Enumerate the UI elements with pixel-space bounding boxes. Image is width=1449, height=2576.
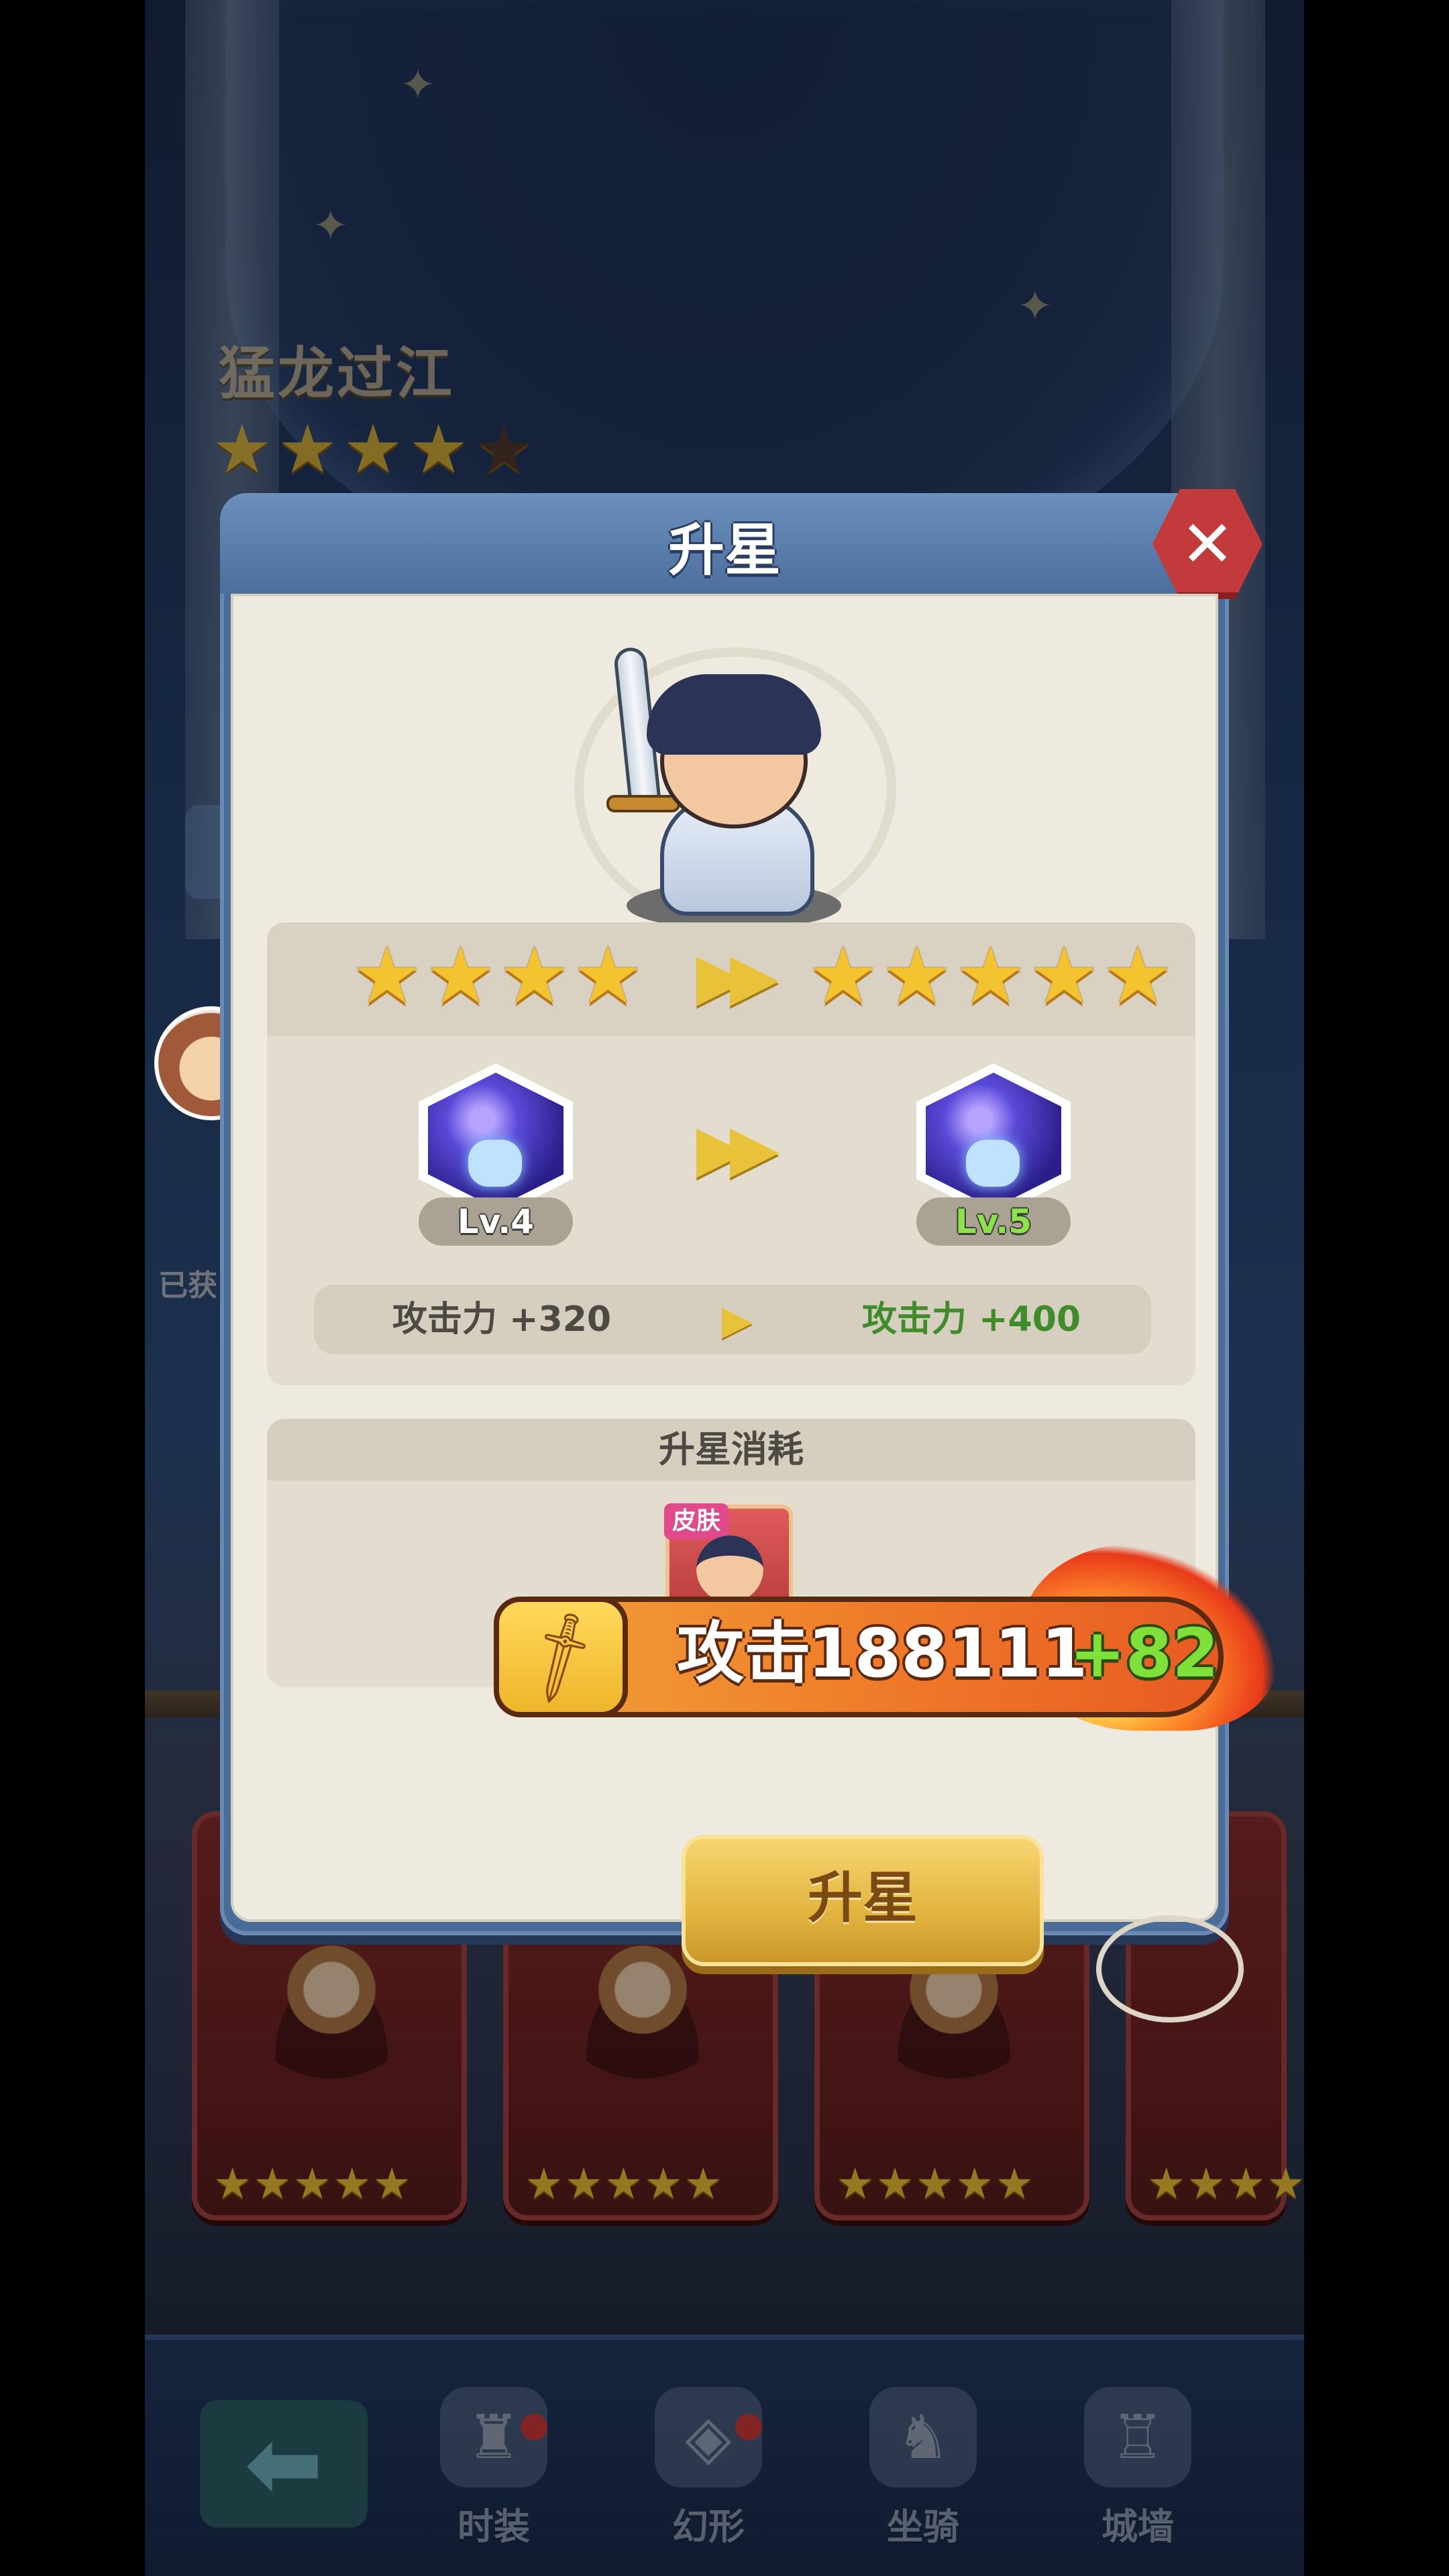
power-delta: +82	[1069, 1614, 1219, 1693]
dialog-header: 升星	[220, 493, 1229, 594]
dialog-title: 升星	[667, 517, 781, 583]
double-arrow-icon: ▶▶	[696, 1110, 780, 1185]
hero-hair	[647, 674, 821, 755]
next-skill-level: Lv.5	[916, 1197, 1071, 1246]
fist-skill-icon[interactable]	[916, 1063, 1071, 1218]
arrow-right-icon: ▶	[722, 1297, 753, 1344]
next-attack-value: 攻击力 +400	[861, 1299, 1081, 1340]
fist-icon	[966, 1140, 1020, 1187]
current-skill-level: Lv.4	[419, 1197, 573, 1246]
star-compare-panel: ★ ★ ★ ★ ▶▶ ★ ★ ★ ★ ★	[267, 922, 1195, 1036]
sword-icon: 🗡	[504, 1601, 617, 1712]
power-value: 188111	[808, 1614, 1088, 1693]
star-icon: ★	[1028, 929, 1100, 1022]
skill-art	[428, 1073, 564, 1208]
game-screen: ✦ ✦ ✦ 猛龙过江 ★ ★ ★ ★ ★ 已获 ★ ★ ★ ★ ★ ★ ★ ★ ★ ★ ★ ★ ★ ★ ★ ★ ★…	[145, 0, 1304, 2576]
skill-art	[926, 1073, 1061, 1208]
sword-guard	[606, 795, 680, 812]
cost-header: 升星消耗	[267, 1419, 1195, 1481]
star-icon: ★	[1102, 929, 1173, 1022]
star-icon: ★	[572, 929, 644, 1022]
star-up-button[interactable]: 升星	[682, 1835, 1044, 1966]
star-icon: ★	[352, 929, 423, 1022]
attribute-compare-row: 攻击力 +320 ▶ 攻击力 +400	[314, 1285, 1151, 1354]
skill-compare-panel: Lv.4 ▶▶ Lv.5 攻击力 +320 ▶ 攻击力 +400	[267, 1036, 1195, 1385]
star-icon: ★	[881, 929, 953, 1022]
star-icon: ★	[425, 929, 496, 1022]
fist-icon	[468, 1140, 522, 1187]
star-icon: ★	[955, 929, 1026, 1022]
power-label: 攻击	[677, 1614, 811, 1693]
current-attack-value: 攻击力 +320	[392, 1299, 612, 1340]
star-icon: ★	[498, 929, 570, 1022]
close-icon: ✕	[1180, 506, 1235, 582]
next-star-rating: ★ ★ ★ ★ ★	[808, 936, 1173, 1015]
power-badge: 🗡	[494, 1597, 628, 1717]
double-arrow-icon: ▶▶	[696, 938, 780, 1014]
current-star-rating: ★ ★ ★ ★	[352, 936, 643, 1015]
skin-tag: 皮肤	[664, 1503, 729, 1540]
planet-icon	[1096, 1915, 1244, 2023]
fist-skill-icon[interactable]	[419, 1063, 573, 1218]
star-icon: ★	[808, 929, 879, 1022]
power-change-toast: 🗡 攻击 188111 +82	[494, 1543, 1277, 1731]
